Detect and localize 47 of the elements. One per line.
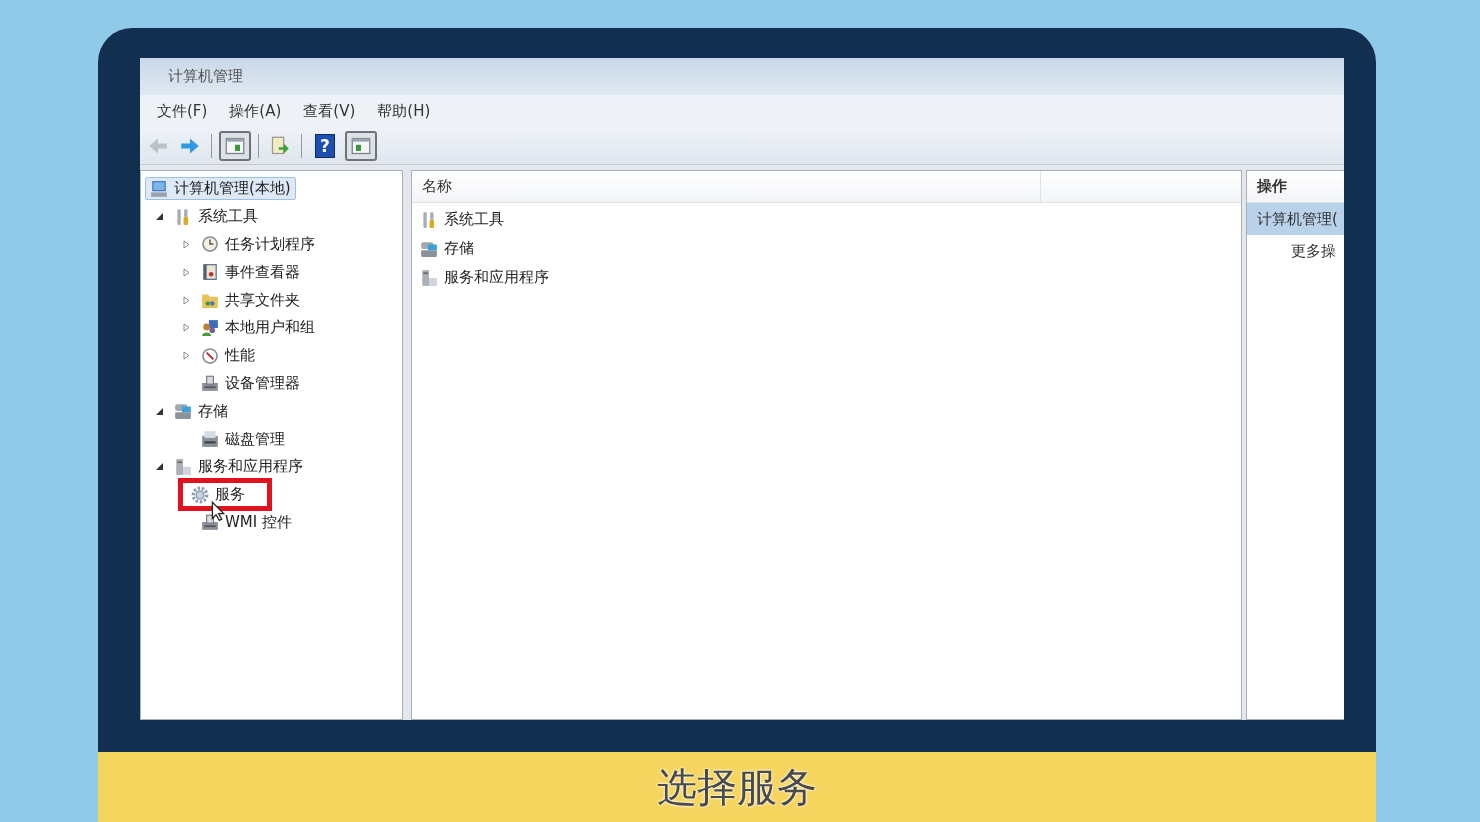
menu-item[interactable]: 操作(A) [218, 99, 293, 124]
tree-item[interactable]: WMI 控件 [196, 510, 297, 534]
pane-toggle-button[interactable] [219, 131, 251, 161]
action-item[interactable]: 计算机管理( [1247, 203, 1344, 235]
tree-item[interactable]: 共享文件夹 [196, 288, 305, 312]
list-item[interactable]: 服务和应用程序 [412, 263, 1241, 292]
list-item[interactable]: 系统工具 [412, 205, 1241, 234]
computer-icon [150, 179, 168, 198]
device-icon [201, 374, 219, 393]
pane-toggle-button[interactable] [345, 131, 377, 161]
server-icon [174, 457, 192, 476]
menu-item[interactable]: 帮助(H) [366, 99, 442, 124]
tree-item[interactable]: 系统工具 [169, 205, 263, 229]
tree-item[interactable]: 事件查看器 [196, 260, 305, 284]
users-icon [201, 318, 219, 337]
window-panel-icon [225, 136, 245, 156]
tree-item[interactable]: 存储 [169, 399, 233, 423]
caption: 选择服务 [657, 762, 817, 812]
menu-item[interactable]: 查看(V) [292, 99, 367, 124]
device-icon [201, 513, 219, 532]
log-book-icon [201, 263, 219, 282]
arrow-icon [179, 136, 201, 156]
gear-icon [191, 485, 209, 504]
tree-item[interactable]: 计算机管理(本地) [145, 177, 296, 201]
action-item[interactable]: 更多操 [1247, 235, 1344, 267]
arrow-icon [147, 136, 169, 156]
window-panel-icon [351, 136, 371, 156]
storage-icon [420, 239, 438, 258]
window-title: 计算机管理 [168, 67, 243, 86]
list-item[interactable]: 存储 [412, 234, 1241, 263]
cursor-icon [211, 501, 225, 522]
clock-icon [201, 235, 219, 254]
tree-item[interactable]: 设备管理器 [196, 371, 305, 395]
tree-item[interactable]: 磁盘管理 [196, 427, 290, 451]
gauge-icon [201, 346, 219, 365]
tree-item[interactable]: 任务计划程序 [196, 233, 320, 256]
server-icon [420, 268, 438, 287]
storage-icon [174, 402, 192, 421]
menu-item[interactable]: 文件(F) [146, 99, 219, 124]
export-icon [270, 136, 290, 156]
folder-icon [201, 291, 219, 310]
disk-drive-icon [201, 430, 219, 449]
help-button[interactable]: ? [315, 134, 335, 158]
tree-item[interactable]: 性能 [196, 344, 260, 368]
column-header: 操作 [1256, 177, 1287, 196]
tree-item[interactable]: 服务和应用程序 [169, 455, 308, 479]
tree-item[interactable]: 本地用户和组 [196, 316, 320, 340]
